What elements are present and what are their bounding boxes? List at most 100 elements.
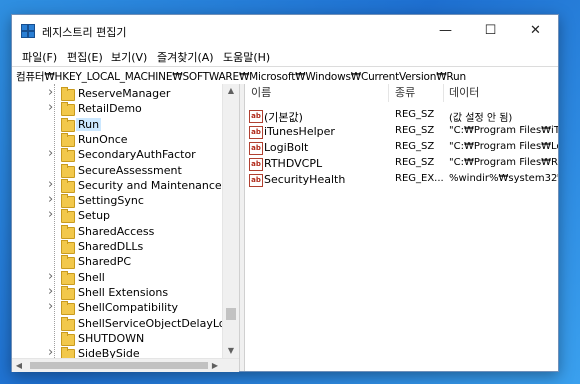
value-data: %windir%₩system32₩Secu bbox=[449, 173, 558, 184]
value-name: (기본값) bbox=[264, 111, 303, 124]
tree-item[interactable]: ShellServiceObjectDelayLoad bbox=[12, 316, 239, 332]
tree-item[interactable]: SharedPC bbox=[12, 255, 222, 270]
tree-item[interactable]: SHUTDOWN bbox=[12, 331, 222, 347]
folder-icon bbox=[61, 240, 75, 254]
folder-icon bbox=[61, 285, 75, 300]
tree-item-label: SHUTDOWN bbox=[78, 331, 145, 345]
value-name: RTHDVCPL bbox=[264, 157, 323, 170]
tree-vertical-scrollbar[interactable]: ▲ ▼ bbox=[222, 84, 239, 358]
vertical-scroll-thumb[interactable] bbox=[226, 308, 236, 320]
tree-item[interactable]: Run bbox=[12, 117, 222, 133]
column-header-data[interactable]: 데이터 bbox=[449, 84, 479, 102]
value-type: REG_SZ bbox=[395, 125, 435, 136]
expand-chevron-icon[interactable]: › bbox=[48, 284, 53, 299]
expand-chevron-icon[interactable]: › bbox=[48, 192, 53, 207]
value-data: "C:₩Program Files₩Logi₩ bbox=[449, 141, 558, 152]
string-value-icon: ab bbox=[249, 142, 263, 155]
tree-item-label: SharedAccess bbox=[78, 224, 155, 238]
tree-item-label: ShellServiceObjectDelayLoad bbox=[78, 316, 239, 330]
folder-icon bbox=[61, 117, 75, 132]
folder-icon bbox=[61, 163, 75, 178]
value-type: REG_SZ bbox=[395, 141, 435, 152]
tree-item[interactable]: › Setup bbox=[12, 207, 222, 224]
tree-item[interactable]: SharedDLLs bbox=[12, 240, 222, 255]
tree-item[interactable]: RunOnce bbox=[12, 132, 222, 148]
tree-item-label: SecureAssessment bbox=[78, 163, 182, 177]
value-name: SecurityHealth bbox=[264, 173, 346, 186]
expand-chevron-icon[interactable]: › bbox=[48, 269, 53, 284]
expand-chevron-icon[interactable]: › bbox=[48, 177, 53, 192]
folder-icon bbox=[61, 255, 75, 270]
scroll-left-arrow-icon[interactable]: ◀ bbox=[12, 359, 26, 372]
folder-icon bbox=[61, 132, 75, 147]
column-header-name[interactable]: 이름 bbox=[251, 84, 271, 102]
tree-item-label: Setup bbox=[78, 209, 111, 223]
tree-item[interactable]: › Security and Maintenance bbox=[12, 177, 222, 194]
close-button[interactable]: ✕ bbox=[513, 15, 558, 46]
value-row[interactable]: abLogiBolt REG_SZ "C:₩Program Files₩Logi₩ bbox=[245, 140, 558, 156]
expand-chevron-icon[interactable]: › bbox=[48, 146, 53, 161]
maximize-button[interactable]: ☐ bbox=[468, 15, 513, 46]
expand-chevron-icon[interactable]: › bbox=[48, 207, 53, 222]
minimize-button[interactable]: — bbox=[423, 15, 468, 46]
key-tree-pane: › ReserveManager › RetailDemo Run RunOnce › Sec… bbox=[12, 84, 239, 371]
expand-chevron-icon[interactable]: › bbox=[48, 85, 53, 100]
menu-view[interactable]: 보기(V) bbox=[111, 49, 147, 65]
value-name: LogiBolt bbox=[264, 141, 309, 154]
value-row[interactable]: ab (기본값) REG_SZ (값 설정 안 됨) bbox=[245, 108, 558, 124]
string-value-icon: ab bbox=[249, 158, 263, 171]
menu-bar: 파일(F) 편집(E) 보기(V) 즐겨찾기(A) 도움말(H) bbox=[12, 46, 558, 66]
folder-icon bbox=[61, 102, 75, 117]
scroll-up-arrow-icon[interactable]: ▲ bbox=[223, 84, 239, 98]
folder-icon bbox=[61, 224, 75, 239]
value-row[interactable]: ab iTunesHelper REG_SZ "C:₩Program Files₩iT… bbox=[245, 124, 558, 140]
tree-item[interactable]: SecureAssessment bbox=[12, 163, 222, 179]
tree-item[interactable]: › Shell Extensions bbox=[12, 284, 222, 301]
column-separator[interactable] bbox=[443, 84, 444, 102]
registry-app-icon bbox=[21, 24, 35, 38]
values-list-pane: 이름 종류 데이터 ab (기본값) REG_SZ (값 설정 안 됨) ab iTune… bbox=[245, 84, 558, 371]
column-separator[interactable] bbox=[388, 84, 389, 102]
folder-icon bbox=[61, 87, 75, 101]
tree-item-label: Shell bbox=[78, 270, 105, 284]
tree-item-label: SharedPC bbox=[78, 255, 132, 269]
expand-chevron-icon[interactable]: › bbox=[48, 299, 53, 314]
horizontal-scroll-thumb[interactable] bbox=[30, 362, 208, 369]
folder-icon bbox=[61, 270, 75, 285]
value-row[interactable]: ab SecurityHealth REG_EX... %windir%₩system… bbox=[245, 172, 558, 188]
tree-item-label: Security and Maintenance bbox=[78, 178, 222, 192]
menu-file[interactable]: 파일(F) bbox=[22, 49, 57, 65]
string-value-icon: ab bbox=[249, 174, 263, 187]
tree-item-label: ShellCompatibility bbox=[78, 301, 179, 315]
value-type: REG_EX... bbox=[395, 173, 444, 184]
tree-item-label: RetailDemo bbox=[78, 102, 142, 116]
tree-item[interactable]: SharedAccess bbox=[12, 224, 222, 240]
address-path[interactable]: 컴퓨터₩HKEY_LOCAL_MACHINE₩SOFTWARE₩Microsof… bbox=[16, 69, 466, 84]
tree-item[interactable]: › ReserveManager bbox=[12, 85, 222, 102]
value-type: REG_SZ bbox=[395, 109, 435, 120]
value-name: iTunesHelper bbox=[264, 125, 335, 138]
address-bar[interactable]: 컴퓨터₩HKEY_LOCAL_MACHINE₩SOFTWARE₩Microsof… bbox=[12, 66, 558, 85]
value-data: (값 설정 안 됨) bbox=[449, 113, 513, 124]
value-type: REG_SZ bbox=[395, 157, 435, 168]
tree-item[interactable]: › Shell bbox=[12, 269, 222, 286]
tree-item[interactable]: › SecondaryAuthFactor bbox=[12, 146, 222, 163]
column-header-type[interactable]: 종류 bbox=[395, 84, 415, 102]
scroll-down-arrow-icon[interactable]: ▼ bbox=[223, 344, 239, 358]
tree-item[interactable]: › RetailDemo bbox=[12, 100, 222, 117]
menu-edit[interactable]: 편집(E) bbox=[67, 49, 103, 65]
value-data: "C:₩Program Files₩Realte bbox=[449, 157, 558, 168]
value-data: "C:₩Program Files₩iTunes bbox=[449, 125, 558, 136]
scroll-right-arrow-icon[interactable]: ▶ bbox=[208, 359, 222, 372]
menu-favorites[interactable]: 즐겨찾기(A) bbox=[157, 49, 214, 65]
menu-help[interactable]: 도움말(H) bbox=[223, 49, 270, 65]
value-row[interactable]: abRTHDVCPL REG_SZ "C:₩Program Files₩Realte bbox=[245, 156, 558, 172]
title-bar[interactable]: 레지스트리 편집기 — ☐ ✕ bbox=[12, 15, 558, 46]
tree-item-label: SharedDLLs bbox=[78, 240, 144, 253]
tree-item[interactable]: › ShellCompatibility bbox=[12, 299, 222, 316]
expand-chevron-icon[interactable]: › bbox=[48, 100, 53, 115]
tree-item-label: Shell Extensions bbox=[78, 285, 169, 299]
tree-item[interactable]: › SettingSync bbox=[12, 192, 222, 209]
folder-icon bbox=[61, 194, 75, 209]
tree-horizontal-scrollbar[interactable]: ◀ ▶ bbox=[12, 358, 239, 372]
